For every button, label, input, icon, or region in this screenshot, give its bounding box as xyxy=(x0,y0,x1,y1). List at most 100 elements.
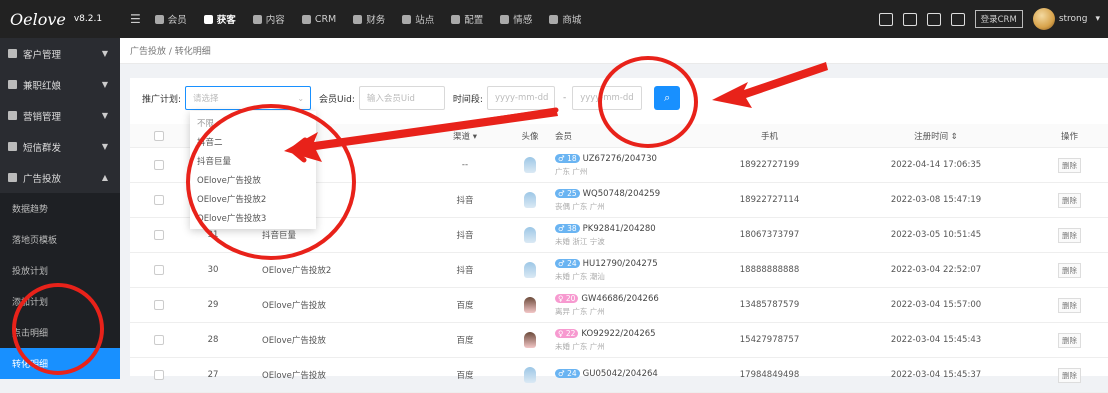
member-id[interactable]: GW46686/204266 xyxy=(581,294,658,304)
row-channel: 百度 xyxy=(456,371,474,381)
member-id[interactable]: UZ67276/204730 xyxy=(583,154,657,164)
avatar[interactable] xyxy=(524,157,536,173)
delete-button[interactable]: 删除 xyxy=(1058,367,1081,383)
search-button[interactable]: ⌕ xyxy=(654,86,681,110)
member-location: 丧偶 广东 广州 xyxy=(555,201,605,211)
delete-button[interactable]: 删除 xyxy=(1058,262,1081,278)
start-date-input[interactable]: yyyy-mm-dd xyxy=(486,86,555,110)
calendar-icon[interactable] xyxy=(878,12,893,26)
home-icon[interactable] xyxy=(902,12,917,26)
sidebar-item-sms[interactable]: 短信群发 ▼ xyxy=(0,131,120,162)
member-id[interactable]: KO92922/204265 xyxy=(581,329,655,339)
search-icon: ⌕ xyxy=(664,91,671,104)
row-checkbox[interactable] xyxy=(154,370,164,380)
menu-toggle-icon[interactable]: ☰ xyxy=(130,12,141,26)
heart-icon xyxy=(500,14,510,24)
shop-icon xyxy=(549,14,559,24)
avatar[interactable] xyxy=(524,227,536,243)
gender-age-badge: ♂ 24 xyxy=(555,369,580,378)
printer-icon[interactable] xyxy=(950,12,965,26)
sidebar-item-ads[interactable]: 广告投放 ▲ xyxy=(0,162,120,193)
dropdown-option[interactable]: 抖音二 xyxy=(190,132,316,151)
topnav-config[interactable]: 配置 xyxy=(451,12,483,26)
row-id: 27 xyxy=(207,370,219,380)
chevron-down-icon: ▼ xyxy=(101,111,108,120)
dropdown-option[interactable]: 抖音巨量 xyxy=(190,151,316,170)
avatar[interactable] xyxy=(524,297,536,313)
brand-logo: Oelove xyxy=(10,9,66,29)
dropdown-option[interactable]: OElove广告投放3 xyxy=(190,208,316,227)
sidebar-subitem-landing[interactable]: 落地页模板 xyxy=(0,224,120,255)
delete-button[interactable]: 删除 xyxy=(1058,227,1081,243)
sidebar-item-marketing[interactable]: 营销管理 ▼ xyxy=(0,100,120,131)
row-checkbox[interactable] xyxy=(154,160,164,170)
member-id[interactable]: WQ50748/204259 xyxy=(583,189,660,199)
col-channel[interactable]: 渠道 ▾ xyxy=(420,130,510,142)
username[interactable]: strong xyxy=(1059,14,1088,24)
end-date-input[interactable]: yyyy-mm-dd xyxy=(572,86,643,110)
avatar[interactable] xyxy=(524,367,536,383)
sidebar-subitem-plans[interactable]: 投放计划 xyxy=(0,255,120,286)
delete-button[interactable]: 删除 xyxy=(1058,157,1081,173)
row-id: 28 xyxy=(207,335,219,345)
sidebar-subitem-clicks[interactable]: 点击明细 xyxy=(0,317,120,348)
avatar[interactable] xyxy=(1032,8,1055,30)
delete-button[interactable]: 删除 xyxy=(1058,332,1081,348)
topnav-content[interactable]: 内容 xyxy=(252,12,285,26)
avatar[interactable] xyxy=(524,332,536,348)
topnav-acquire[interactable]: 获客 xyxy=(203,12,236,26)
uid-input[interactable]: 输入会员Uid xyxy=(358,86,445,110)
users-icon xyxy=(8,49,17,58)
topnav-emotion[interactable]: 情感 xyxy=(500,12,532,26)
topnav-site[interactable]: 站点 xyxy=(402,12,434,26)
version-label: v8.2.1 xyxy=(73,14,103,24)
avatar[interactable] xyxy=(524,192,536,208)
row-checkbox[interactable] xyxy=(154,335,164,345)
plan-select[interactable]: 请选择 ⌄ xyxy=(185,86,312,110)
member-id[interactable]: GU05042/204264 xyxy=(583,369,658,379)
avatar[interactable] xyxy=(524,262,536,278)
top-right-tools: 登录CRM strong ▾ xyxy=(878,0,1108,38)
table-row: 28 OElove广告投放 百度 ♀ 22 KO92922/204265 未婚 广东 广州… xyxy=(130,323,1108,358)
member-id[interactable]: PK92841/204280 xyxy=(583,224,656,234)
sidebar-subitem-trend[interactable]: 数据趋势 xyxy=(0,193,120,224)
row-id: 29 xyxy=(207,300,219,310)
topnav-shop[interactable]: 商城 xyxy=(549,12,581,26)
dropdown-option[interactable]: OElove广告投放2 xyxy=(190,189,316,208)
gender-age-badge: ♂ 25 xyxy=(555,188,580,198)
row-checkbox[interactable] xyxy=(154,195,164,205)
sms-icon xyxy=(8,142,17,151)
sidebar-subitem-conversions[interactable]: 转化明细 xyxy=(0,348,120,379)
sidebar-item-customer[interactable]: 客户管理 ▼ xyxy=(0,38,120,69)
delete-button[interactable]: 删除 xyxy=(1058,192,1081,208)
dropdown-option[interactable]: 不限 xyxy=(190,113,316,132)
top-nav: ☰ 会员 获客 内容 CRM 财务 站点 配置 情感 商城 xyxy=(120,0,598,38)
topnav-finance[interactable]: 财务 xyxy=(353,12,385,26)
member-id[interactable]: HU12790/204275 xyxy=(583,259,658,269)
chevron-down-icon[interactable]: ▾ xyxy=(1095,14,1100,24)
top-bar: Oelove v8.2.1 ☰ 会员 获客 内容 CRM 财务 站点 配置 情感… xyxy=(0,0,1108,38)
row-time: 2022-03-04 22:52:07 xyxy=(890,265,982,275)
plan-label: 推广计划: xyxy=(142,94,182,105)
row-plan: OElove广告投放 xyxy=(262,336,326,346)
dropdown-option[interactable]: OElove广告投放 xyxy=(190,170,316,189)
row-checkbox[interactable] xyxy=(154,230,164,240)
sidebar: 客户管理 ▼ 兼职红娘 ▼ 营销管理 ▼ 短信群发 ▼ 广告投放 ▲ 数据趋势 落地页模板… xyxy=(0,38,120,379)
row-phone: 15427978757 xyxy=(739,335,800,345)
delete-button[interactable]: 删除 xyxy=(1058,297,1081,313)
crm-login-button[interactable]: 登录CRM xyxy=(974,10,1023,28)
select-all-checkbox[interactable] xyxy=(154,130,164,141)
row-checkbox[interactable] xyxy=(154,300,164,310)
row-phone: 13485787579 xyxy=(739,300,800,310)
topnav-crm[interactable]: CRM xyxy=(301,14,336,25)
app-logo[interactable]: Oelove v8.2.1 xyxy=(0,0,120,38)
row-checkbox[interactable] xyxy=(154,265,164,275)
sidebar-item-matchmaker[interactable]: 兼职红娘 ▼ xyxy=(0,69,120,100)
refresh-icon[interactable] xyxy=(926,12,941,26)
col-time[interactable]: 注册时间 ⇕ xyxy=(841,130,1031,142)
topnav-members[interactable]: 会员 xyxy=(154,12,187,26)
row-channel: 抖音 xyxy=(456,231,474,241)
row-id: 31 xyxy=(207,230,219,240)
gender-age-badge: ♂ 24 xyxy=(555,258,580,268)
sidebar-subitem-add-plan[interactable]: 添加计划 xyxy=(0,286,120,317)
